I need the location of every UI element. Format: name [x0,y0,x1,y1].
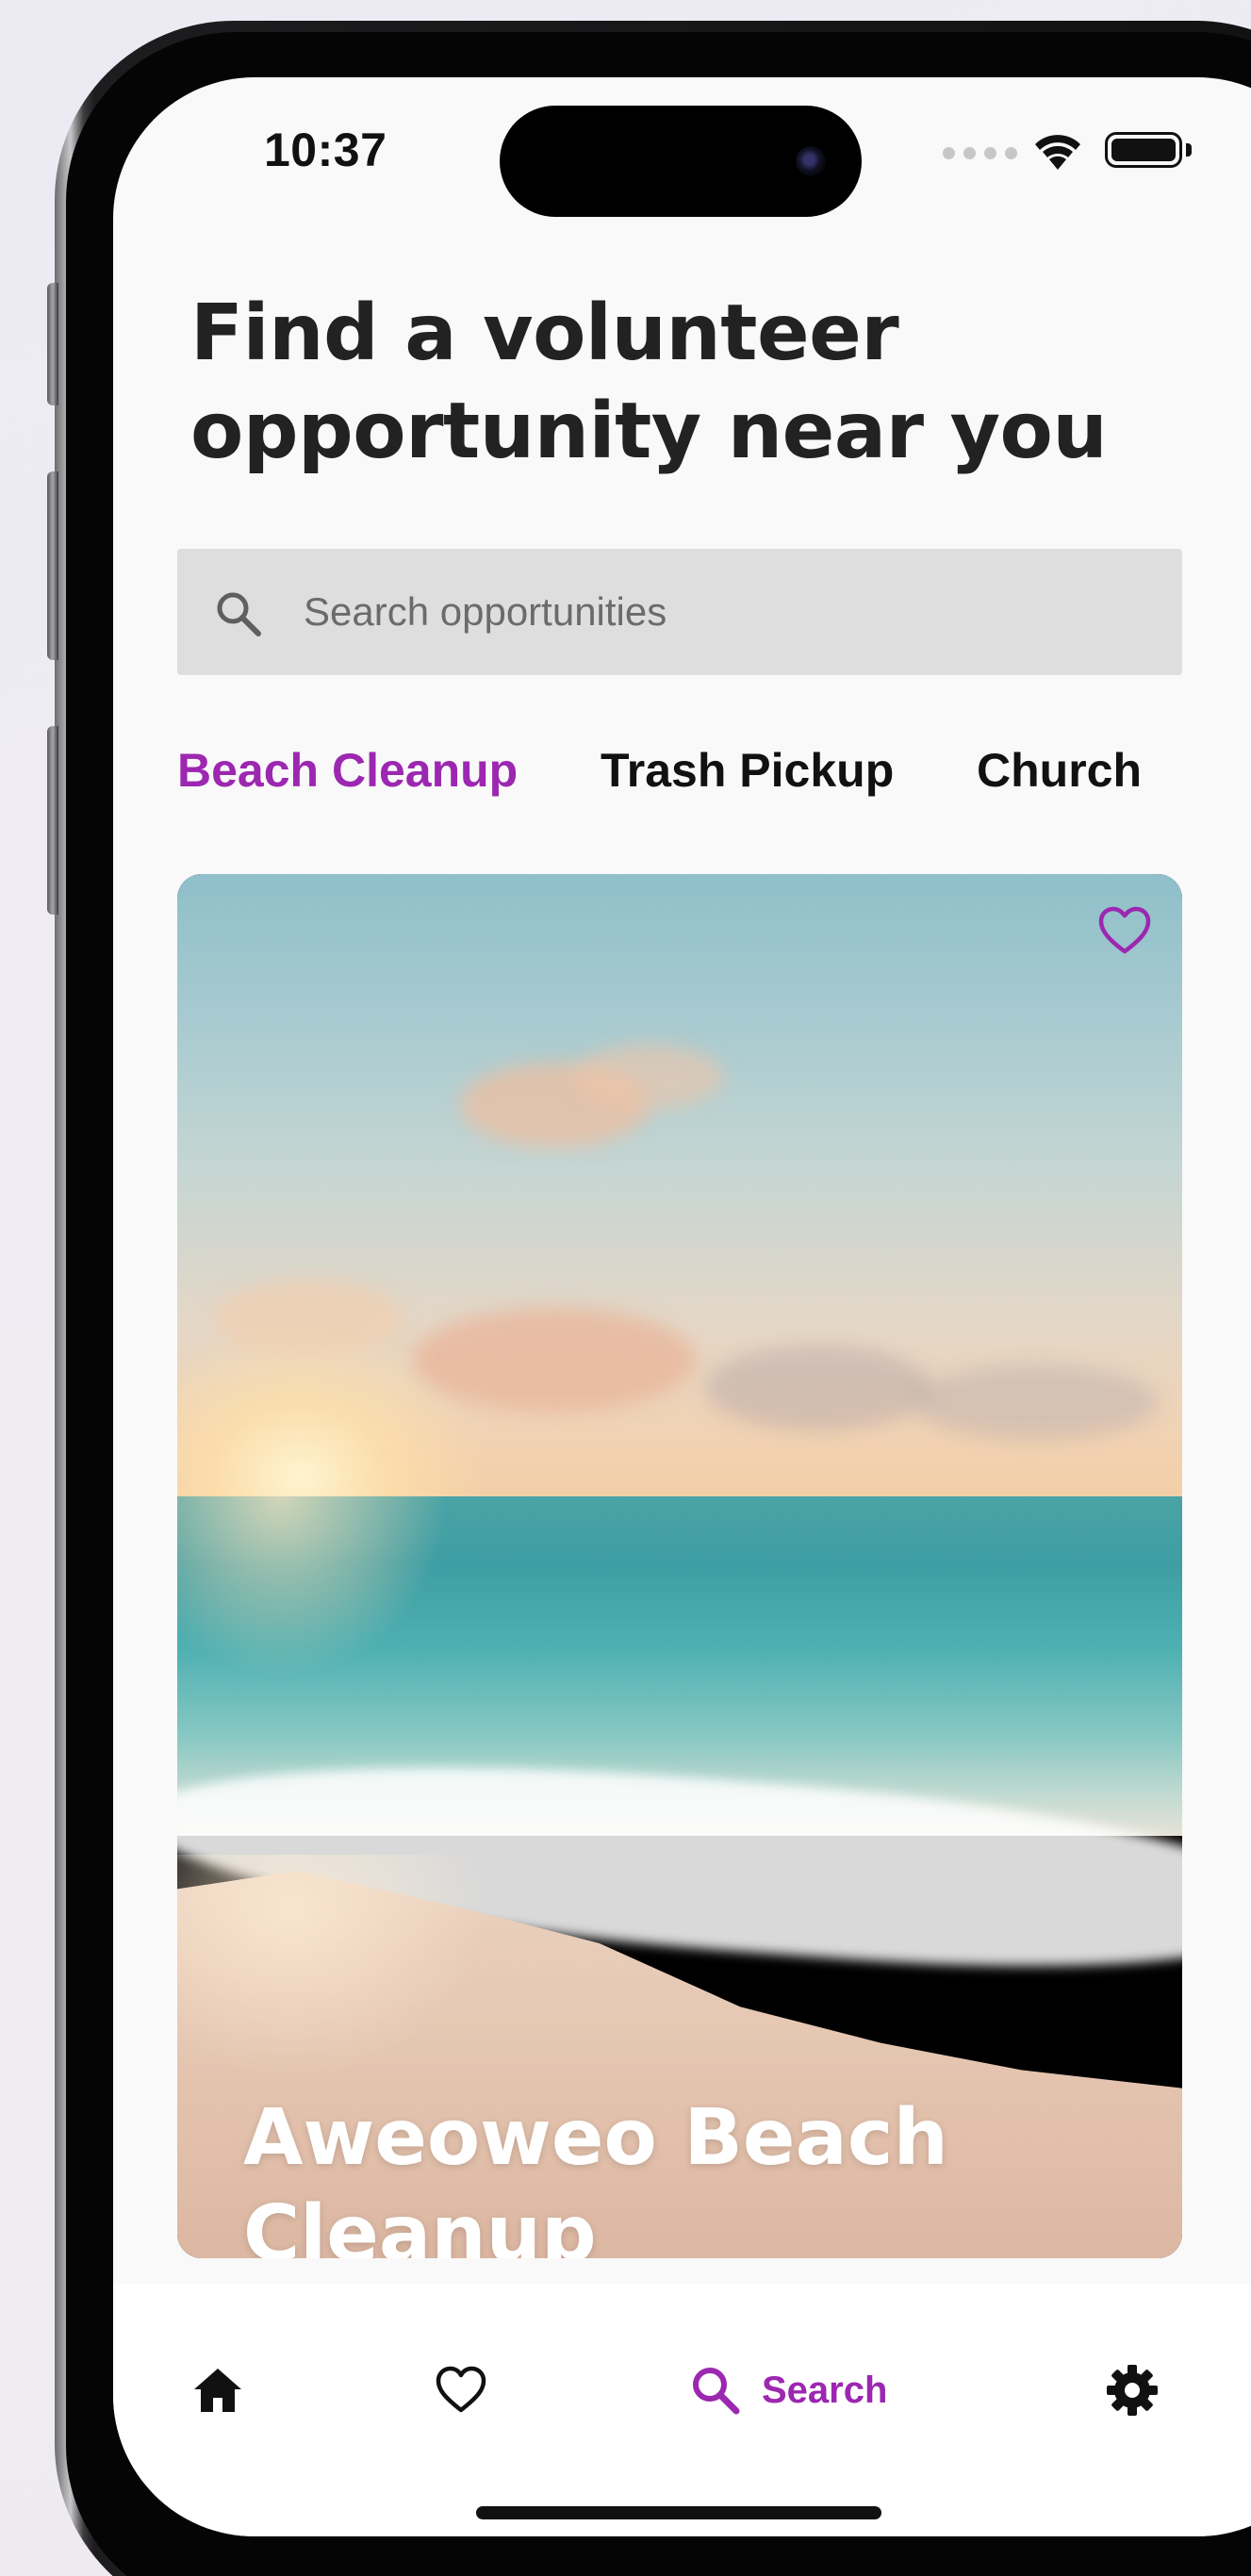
nav-search[interactable]: Search [688,2357,887,2423]
search-icon [217,592,261,636]
device-stage: 10:37 Find a volunteer opportunity near … [0,0,1251,2576]
search-bar[interactable] [177,549,1182,675]
bottom-navigation: Search [113,2284,1251,2536]
battery-icon [1105,132,1182,168]
status-indicators [943,130,1251,177]
card-title-line-2: Cleanup [243,2189,597,2258]
search-input[interactable] [304,577,1133,647]
category-tabs: Beach Cleanup Trash Pickup Church A [177,743,1251,809]
beach-photo [177,874,1182,2258]
page-title-line-1: Find a volunteer [190,289,899,378]
status-time: 10:37 [264,124,387,176]
nav-favorites[interactable] [434,2357,488,2423]
card-title-line-1: Aweoweo Beach [243,2093,948,2183]
wifi-icon [1035,135,1080,170]
volume-up-button [47,471,58,660]
home-icon [194,2369,241,2412]
gear-icon [1107,2365,1158,2416]
nav-search-label: Search [762,2369,888,2411]
page-title: Find a volunteer opportunity near you [190,285,1133,481]
opportunity-card[interactable]: Aweoweo Beach Cleanup [177,874,1182,2258]
app-screen: 10:37 Find a volunteer opportunity near … [113,77,1251,2536]
heart-icon [436,2366,486,2413]
front-camera-icon [796,146,826,176]
dynamic-island [500,106,862,217]
nav-settings[interactable] [1105,2357,1160,2423]
search-nav-icon [693,2368,740,2415]
card-title: Aweoweo Beach Cleanup [243,2090,1092,2258]
action-button [47,283,58,405]
battery-tip [1186,143,1192,157]
volume-down-button [47,726,58,915]
tab-church[interactable]: Church [977,743,1142,798]
home-indicator[interactable] [476,2506,881,2519]
favorite-heart-icon[interactable] [1095,902,1154,961]
nav-home[interactable] [190,2357,245,2423]
cellular-signal-icon [943,147,1017,159]
tab-trash-pickup[interactable]: Trash Pickup [601,743,894,798]
page-title-line-2: opportunity near you [190,387,1108,476]
tab-beach-cleanup[interactable]: Beach Cleanup [177,743,518,798]
